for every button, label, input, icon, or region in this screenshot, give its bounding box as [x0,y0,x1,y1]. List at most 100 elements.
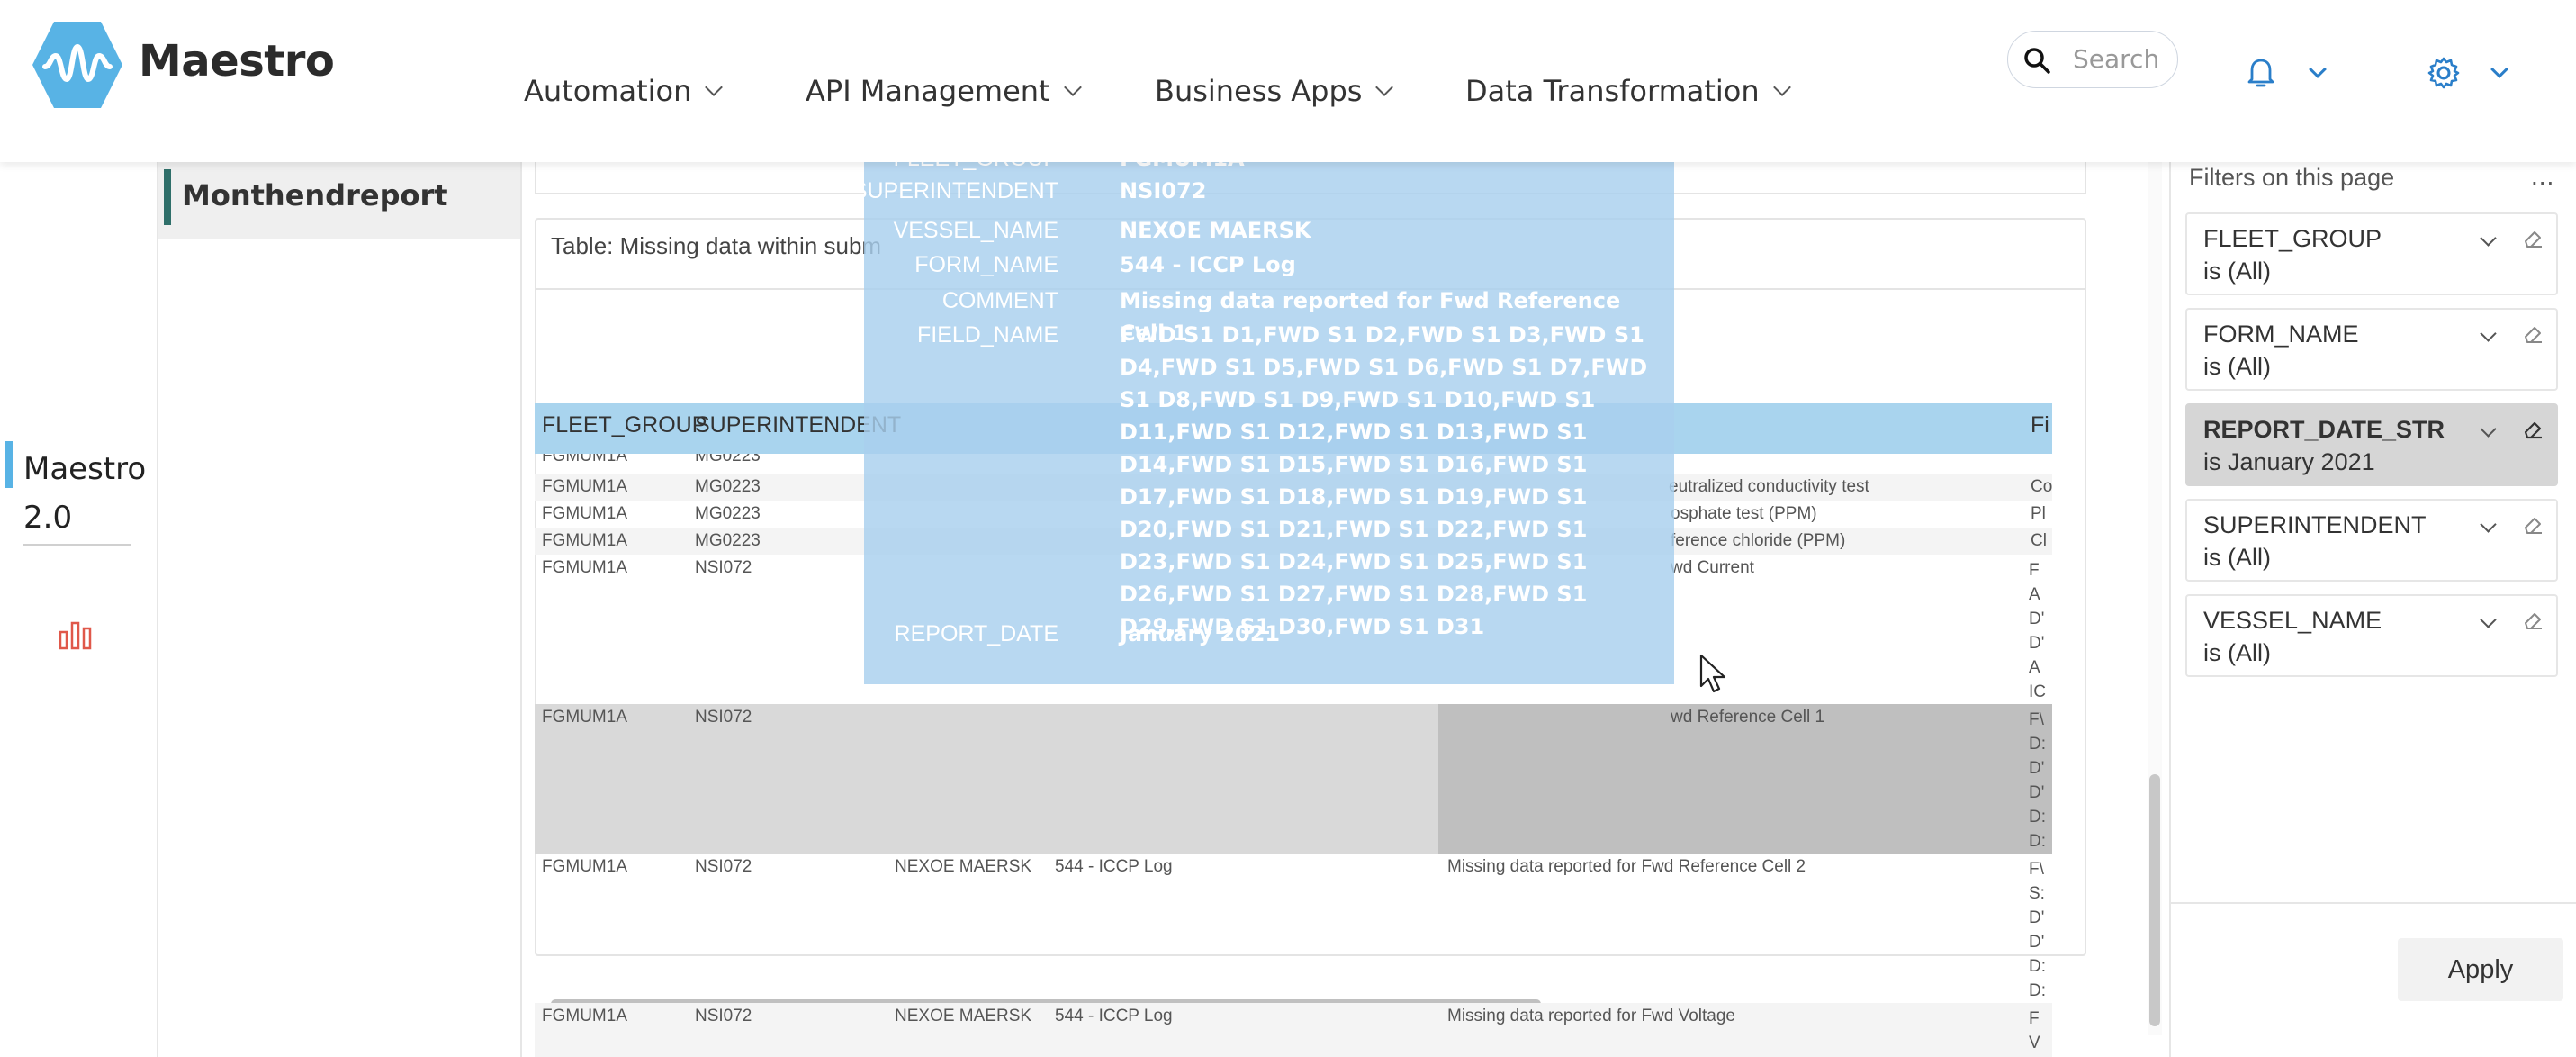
chevron-down-icon[interactable] [2490,60,2508,78]
tooltip-key: REPORT_DATE [894,621,1058,646]
filter-card-fleet-group[interactable]: FLEET_GROUP is (All) [2185,212,2558,295]
mouse-pointer-icon [1699,654,1726,693]
column-header-fleet-group[interactable]: FLEET_GROUP [542,412,707,438]
nav-api-management[interactable]: API Management [806,74,1082,108]
cell-field-name: F A D' D' A IC [2029,561,2046,701]
apply-button[interactable]: Apply [2398,938,2563,1001]
cell-fleet-group: FGMUM1A [542,558,627,577]
cell-vessel-name: NEXOE MAERSK [895,857,1032,876]
table-row[interactable]: FGMUM1A NSI072 NEXOE MAERSK 544 - ICCP L… [535,854,2052,1003]
cell-superintendent: MG0223 [695,454,761,465]
cell-superintendent: MG0223 [695,504,761,523]
cell-fleet-group: FGMUM1A [542,477,627,496]
cell-superintendent: NSI072 [695,558,752,577]
tooltip-value: January 2021 [1120,621,1281,646]
chevron-down-icon[interactable] [2480,611,2497,628]
vertical-scrollbar[interactable] [2149,774,2160,1026]
filter-value: is (All) [2203,544,2271,571]
bar-chart-icon[interactable] [58,619,94,650]
filter-name: FORM_NAME [2203,321,2359,348]
tooltip-value: 544 - ICCP Log [1120,252,1296,277]
divider [2171,902,2576,904]
nav-data-transformation-label: Data Transformation [1465,74,1760,108]
cell-field-name: Cl [2031,531,2047,550]
cell-field-name: F\ S: D' D' D: D: [2029,860,2046,1000]
cell-fleet-group: FGMUM1A [542,504,627,523]
search-icon [2024,48,2050,74]
cell-field-name: F\ D: D' D' D: D: [2029,710,2046,851]
tooltip-key: VESSEL_NAME [893,218,1058,243]
tooltip-key: SUPERINTENDENT [851,178,1058,203]
filter-card-report-date-str[interactable]: REPORT_DATE_STR is January 2021 [2185,403,2558,486]
cell-comment: wd Reference Cell 1 [1671,708,1825,727]
nav-automation-label: Automation [524,74,692,108]
eraser-icon[interactable] [2522,418,2545,441]
nav-business-apps[interactable]: Business Apps [1155,74,1394,108]
chevron-down-icon[interactable] [2480,325,2497,342]
eraser-icon[interactable] [2522,609,2545,632]
filter-card-superintendent[interactable]: SUPERINTENDENT is (All) [2185,499,2558,582]
table-row[interactable]: FGMUM1A NSI072 NEXOE MAERSK 544 - ICCP L… [535,1003,2052,1057]
chevron-down-icon [1375,78,1394,96]
brand-name[interactable]: Maestro [139,36,335,86]
rail-item-label: Maestro 2.0 [23,451,147,536]
filter-value: is (All) [2203,257,2271,285]
eraser-icon[interactable] [2522,227,2545,250]
eraser-icon[interactable] [2522,322,2545,346]
tooltip-value: FWD S1 D1,FWD S1 D2,FWD S1 D3,FWD S1 D4,… [1120,322,1648,639]
cell-superintendent: MG0223 [695,477,761,496]
cell-vessel-name: NEXOE MAERSK [895,1007,1032,1025]
cell-comment: Missing data reported for Fwd Reference … [1447,857,1806,876]
tooltip-key: COMMENT [941,288,1058,313]
chevron-down-icon[interactable] [2480,516,2497,533]
filter-card-vessel-name[interactable]: VESSEL_NAME is (All) [2185,594,2558,677]
column-header-field-name[interactable]: Fi [2031,412,2049,438]
filter-name: SUPERINTENDENT [2203,511,2427,538]
filter-name: REPORT_DATE_STR [2203,416,2445,443]
filters-pane: Filters on this page ... FLEET_GROUP is … [2169,162,2576,1057]
chevron-down-icon [1772,78,1791,96]
cell-comment: wd Current [1671,558,1754,577]
active-indicator [5,441,13,488]
eraser-icon[interactable] [2522,513,2545,537]
divider [23,544,131,546]
table-row-selected[interactable]: FGMUM1A NSI072 wd Reference Cell 1 F\ D:… [535,704,2052,854]
cell-comment: Missing data reported for Fwd Voltage [1447,1007,1736,1025]
filter-card-form-name[interactable]: FORM_NAME is (All) [2185,308,2558,391]
tooltip-key: FIELD_NAME [917,322,1058,348]
cell-form-name: 544 - ICCP Log [1055,857,1173,876]
tooltip-value: NEXOE MAERSK [1120,218,1311,243]
bell-icon[interactable] [2245,56,2277,88]
cell-comment: ference chloride (PPM) [1671,531,1846,550]
cell-field-name: Pl [2031,504,2046,523]
chevron-down-icon[interactable] [2480,420,2497,438]
cell-field-name: Co [2031,477,2052,496]
cell-field-name: F V [2029,1009,2040,1052]
search-box[interactable]: Search [2007,31,2178,88]
chevron-down-icon[interactable] [2309,60,2327,78]
cell-fleet-group: FGMUM1A [542,454,627,465]
cell-superintendent: NSI072 [695,1007,752,1025]
cell-fleet-group: FGMUM1A [542,531,627,550]
row-tooltip: FLEET_GROUP FGMUM1A SUPERINTENDENT NSI07… [852,162,1674,684]
nav-data-transformation[interactable]: Data Transformation [1465,74,1791,108]
tooltip-key: FORM_NAME [914,252,1058,277]
filter-value: is January 2021 [2203,448,2375,475]
active-indicator [164,169,171,225]
page-tab-monthendreport[interactable]: Monthendreport [158,162,520,239]
chevron-down-icon[interactable] [2480,230,2497,247]
cell-superintendent: MG0223 [695,531,761,550]
nav-automation[interactable]: Automation [524,74,724,108]
more-options-icon[interactable]: ... [2531,162,2554,191]
filter-name: VESSEL_NAME [2203,607,2382,634]
filter-value: is (All) [2203,353,2271,380]
maestro-logo-icon[interactable] [31,20,124,110]
chevron-down-icon [1063,78,1082,96]
nav-api-management-label: API Management [806,74,1050,108]
cell-form-name: 544 - ICCP Log [1055,1007,1173,1025]
page-tab-label: Monthendreport [182,178,448,212]
tooltip-value: FGMUM1A [1120,162,1651,175]
gear-icon[interactable] [2427,56,2461,90]
cell-superintendent: NSI072 [695,857,752,876]
app-root: Maestro Automation API Management Busine… [0,0,2576,1057]
